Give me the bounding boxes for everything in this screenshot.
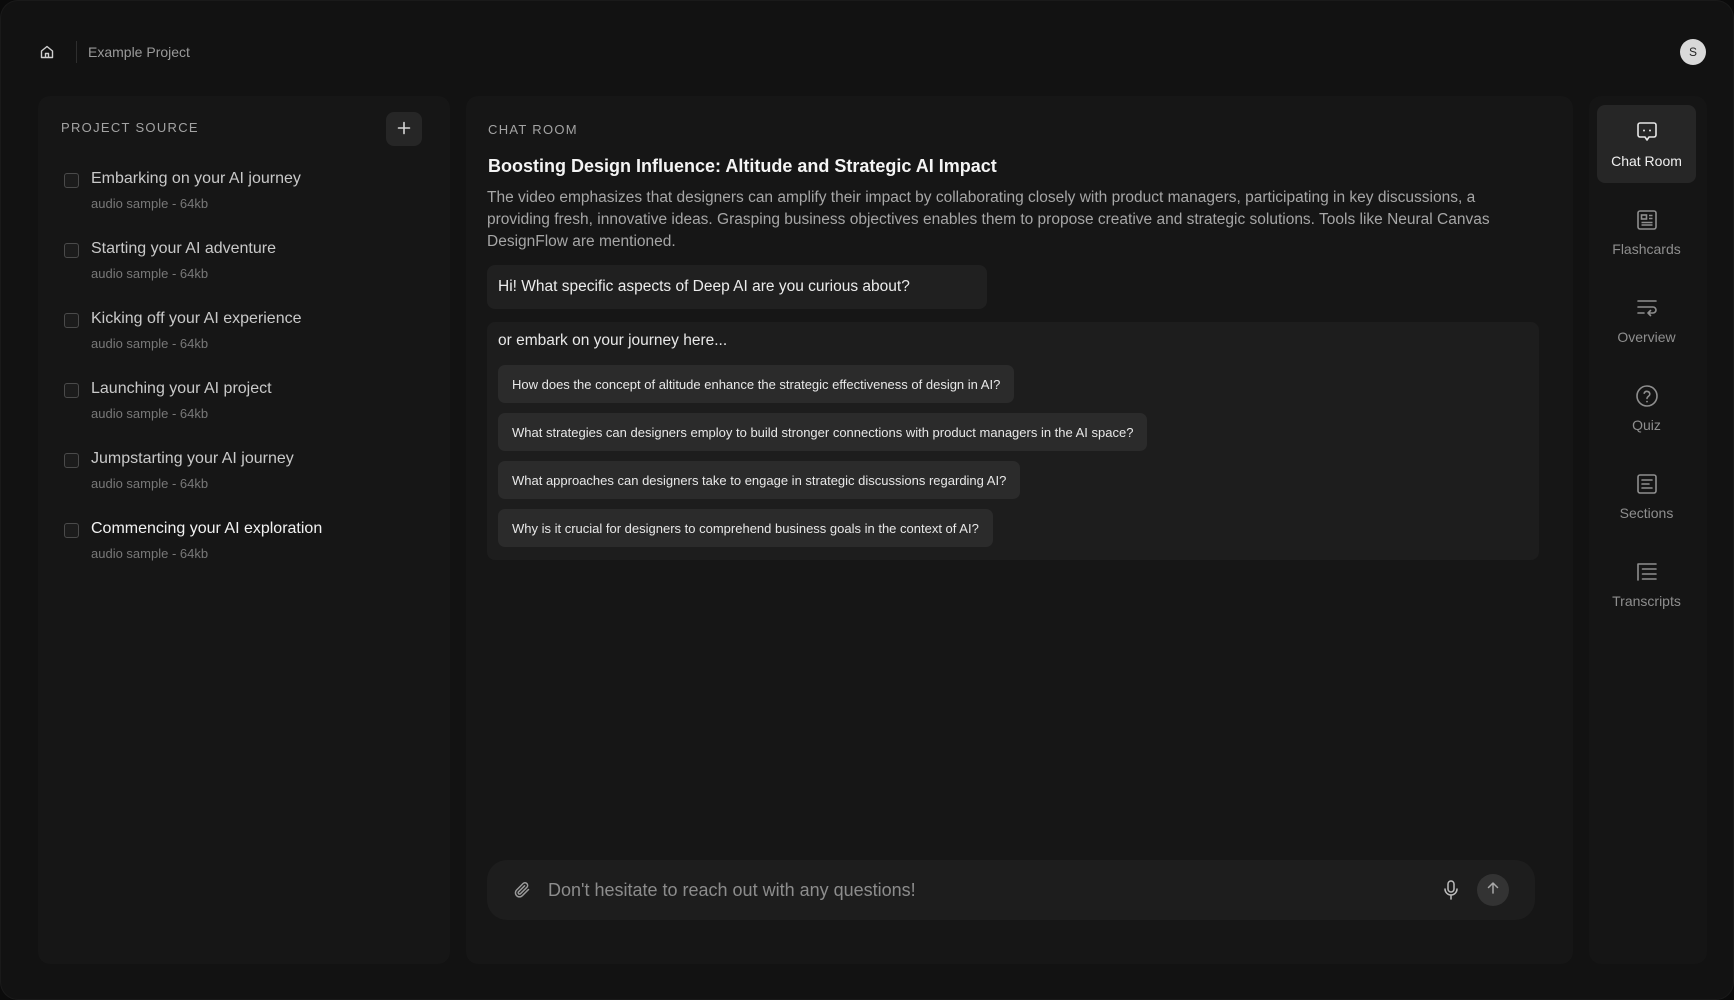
rail-item-quiz[interactable]: Quiz (1597, 369, 1696, 447)
source-checkbox[interactable] (64, 523, 79, 538)
message-input[interactable] (548, 874, 1428, 906)
source-checkbox[interactable] (64, 453, 79, 468)
arrow-up-icon (1486, 881, 1500, 900)
source-title[interactable]: Kicking off your AI experience (91, 310, 302, 328)
source-meta: audio sample - 64kb (91, 406, 209, 421)
source-meta: audio sample - 64kb (91, 266, 209, 281)
microphone-icon[interactable] (1441, 879, 1461, 901)
rail-label: Overview (1617, 329, 1676, 345)
send-button[interactable] (1477, 874, 1509, 906)
source-item[interactable]: Kicking off your AI experience audio sam… (64, 310, 430, 382)
project-source-panel: PROJECT SOURCE Embarking on your AI jour… (38, 96, 450, 964)
flashcards-icon (1634, 207, 1660, 233)
plus-icon (397, 119, 411, 140)
rail-item-transcripts[interactable]: Transcripts (1597, 545, 1696, 623)
source-list: Embarking on your AI journey audio sampl… (64, 170, 430, 592)
message-composer (487, 860, 1535, 920)
summary-line: DesignFlow are mentioned. (487, 233, 676, 250)
source-meta: audio sample - 64kb (91, 476, 209, 491)
add-source-button[interactable] (386, 112, 422, 146)
suggestion-chip[interactable]: What approaches can designers take to en… (498, 461, 1021, 499)
chat-title: Boosting Design Influence: Altitude and … (488, 156, 997, 176)
source-item[interactable]: Launching your AI project audio sample -… (64, 380, 430, 452)
source-meta: audio sample - 64kb (91, 196, 209, 211)
rail-item-overview[interactable]: Overview (1597, 281, 1696, 359)
avatar[interactable]: S (1680, 39, 1706, 65)
source-title[interactable]: Commencing your AI exploration (91, 520, 322, 538)
source-item[interactable]: Starting your AI adventure audio sample … (64, 240, 430, 312)
summary-line: The video emphasizes that designers can … (487, 189, 1476, 206)
suggestion-chip[interactable]: Why is it crucial for designers to compr… (498, 509, 993, 547)
rail-item-flashcards[interactable]: Flashcards (1597, 193, 1696, 271)
suggestion-chip[interactable]: How does the concept of altitude enhance… (498, 365, 1015, 403)
source-checkbox[interactable] (64, 313, 79, 328)
rail-label: Chat Room (1611, 153, 1682, 169)
assistant-message: Hi! What specific aspects of Deep AI are… (487, 265, 987, 309)
source-checkbox[interactable] (64, 383, 79, 398)
sections-icon (1634, 471, 1660, 497)
chat-room-label: CHAT ROOM (488, 122, 578, 137)
suggestions-box: or embark on your journey here... How do… (487, 322, 1539, 560)
video-summary: The video emphasizes that designers can … (487, 187, 1547, 253)
source-title[interactable]: Starting your AI adventure (91, 240, 276, 258)
rail-label: Sections (1619, 505, 1674, 521)
source-title[interactable]: Embarking on your AI journey (91, 170, 301, 188)
tools-rail: Chat Room Flashcards Overview Quiz Secti… (1589, 96, 1707, 964)
suggestions-intro: or embark on your journey here... (498, 332, 728, 349)
panel-title: PROJECT SOURCE (61, 120, 199, 135)
home-icon[interactable] (38, 43, 56, 61)
source-checkbox[interactable] (64, 173, 79, 188)
source-meta: audio sample - 64kb (91, 336, 209, 351)
rail-item-chat-room[interactable]: Chat Room (1597, 105, 1696, 183)
overview-icon (1634, 295, 1660, 321)
rail-label: Transcripts (1612, 593, 1681, 609)
rail-label: Quiz (1632, 417, 1661, 433)
source-item[interactable]: Embarking on your AI journey audio sampl… (64, 170, 430, 242)
app-window: Example Project S PROJECT SOURCE Embarki… (0, 0, 1734, 1000)
paperclip-icon[interactable] (513, 880, 533, 900)
source-item-active[interactable]: Commencing your AI exploration audio sam… (64, 520, 430, 592)
source-checkbox[interactable] (64, 243, 79, 258)
rail-item-sections[interactable]: Sections (1597, 457, 1696, 535)
chat-room-panel: CHAT ROOM Boosting Design Influence: Alt… (466, 96, 1573, 964)
source-meta: audio sample - 64kb (91, 546, 209, 561)
source-title[interactable]: Launching your AI project (91, 380, 272, 398)
chat-icon (1634, 119, 1660, 145)
source-item[interactable]: Jumpstarting your AI journey audio sampl… (64, 450, 430, 522)
top-bar: Example Project S (38, 38, 1706, 66)
source-title[interactable]: Jumpstarting your AI journey (91, 450, 294, 468)
rail-label: Flashcards (1612, 241, 1681, 257)
summary-line: providing fresh, innovative ideas. Grasp… (487, 211, 1490, 228)
suggestion-chip[interactable]: What strategies can designers employ to … (498, 413, 1148, 451)
quiz-icon (1634, 383, 1660, 409)
breadcrumb-divider (76, 41, 77, 63)
suggestion-list: How does the concept of altitude enhance… (498, 365, 1148, 557)
transcripts-icon (1634, 559, 1660, 585)
breadcrumb-project[interactable]: Example Project (88, 44, 190, 60)
